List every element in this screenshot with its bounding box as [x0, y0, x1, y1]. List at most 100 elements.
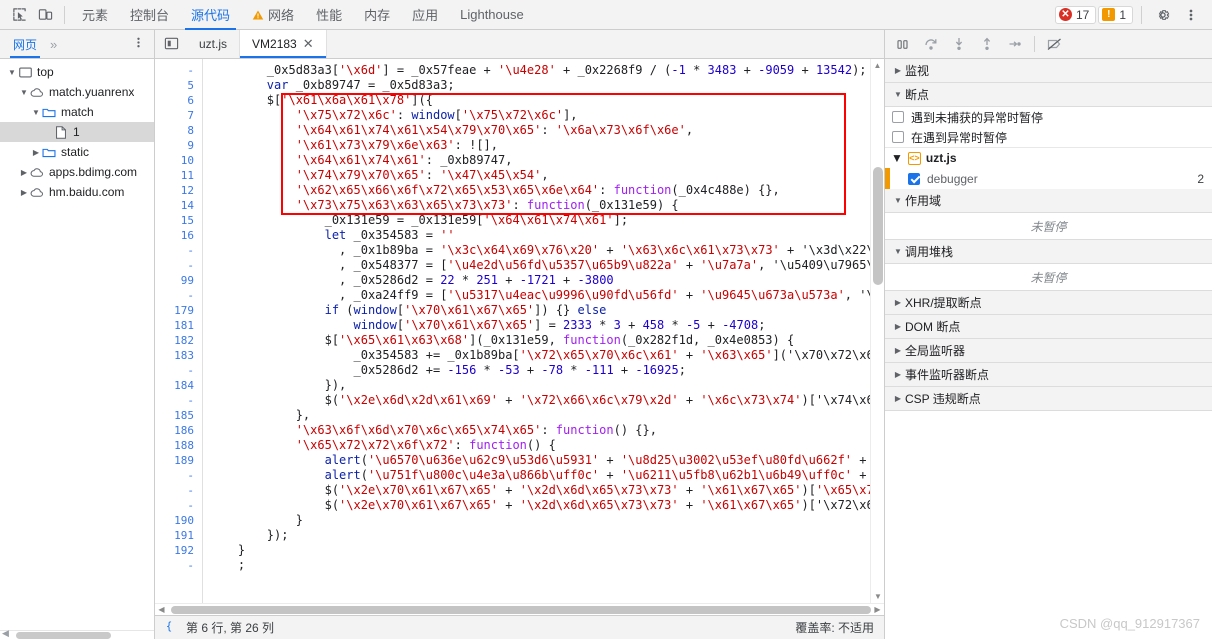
error-count-badge[interactable]: ✕ 17	[1054, 5, 1097, 24]
code-line[interactable]: $['\x61\x6a\x61\x78']({	[203, 93, 884, 108]
line-number[interactable]: 14	[155, 198, 202, 213]
line-number[interactable]: 9	[155, 138, 202, 153]
line-number[interactable]: 192	[155, 543, 202, 558]
code-line[interactable]: let _0x354583 = ''	[203, 228, 884, 243]
code-line[interactable]: , _0xa24ff9 = ['\u5317\u4eac\u9996\u90fd…	[203, 288, 884, 303]
line-number[interactable]: 8	[155, 123, 202, 138]
line-number[interactable]: 191	[155, 528, 202, 543]
pause-on-exceptions-option[interactable]: 在遇到异常时暂停	[885, 127, 1212, 147]
code-line[interactable]: '\x74\x79\x70\x65': '\x47\x45\x54',	[203, 168, 884, 183]
section-watch[interactable]: ▶ 监视	[885, 59, 1212, 83]
code-line[interactable]: '\x65\x72\x72\x6f\x72': function() {	[203, 438, 884, 453]
twisty-icon[interactable]: ▶	[18, 188, 30, 197]
device-toolbar-icon[interactable]	[32, 3, 58, 27]
line-number[interactable]: -	[155, 468, 202, 483]
twisty-icon[interactable]: ▶	[30, 148, 42, 157]
code-line[interactable]: '\x62\x65\x66\x6f\x72\x65\x53\x65\x6e\x6…	[203, 183, 884, 198]
line-number[interactable]: 188	[155, 438, 202, 453]
line-number[interactable]: -	[155, 498, 202, 513]
code-line[interactable]: '\x64\x61\x74\x61\x54\x79\x70\x65': '\x6…	[203, 123, 884, 138]
vertical-scrollbar-thumb[interactable]	[873, 167, 883, 285]
code-line[interactable]: if (window['\x70\x61\x67\x65']) {} else	[203, 303, 884, 318]
code-line[interactable]: $('\x2e\x70\x61\x67\x65' + '\x2d\x6d\x65…	[203, 483, 884, 498]
warning-count-badge[interactable]: ! 1	[1098, 5, 1133, 24]
horizontal-scrollbar-thumb[interactable]	[171, 605, 871, 614]
twisty-icon[interactable]: ▼	[891, 196, 905, 205]
pause-on-uncaught-exceptions-option[interactable]: 遇到未捕获的异常时暂停	[885, 107, 1212, 127]
code-line[interactable]: }),	[203, 378, 884, 393]
line-number[interactable]: -	[155, 63, 202, 78]
line-number[interactable]: -	[155, 558, 202, 573]
tree-item-static[interactable]: ▶ static	[0, 142, 154, 162]
checkbox[interactable]	[892, 131, 904, 143]
twisty-icon[interactable]: ▼	[891, 151, 903, 165]
code-line[interactable]: alert('\u751f\u800c\u4e3a\u866b\uff0c' +…	[203, 468, 884, 483]
tab-network[interactable]: 网络	[241, 0, 305, 30]
editor-tab-uzt-js[interactable]: uzt.js	[187, 30, 241, 58]
breakpoint-group-uzt-js[interactable]: ▼ <> uzt.js	[885, 147, 1212, 168]
line-number[interactable]: 10	[155, 153, 202, 168]
section-scope[interactable]: ▼ 作用域	[885, 189, 1212, 213]
code-line[interactable]: });	[203, 528, 884, 543]
line-number[interactable]: 185	[155, 408, 202, 423]
editor-horizontal-scrollbar[interactable]: ◀ ▶	[155, 603, 884, 615]
code-line[interactable]: _0x131e59 = _0x131e59['\x64\x61\x74\x61'…	[203, 213, 884, 228]
code-line[interactable]: }	[203, 513, 884, 528]
line-number[interactable]: 16	[155, 228, 202, 243]
tab-performance[interactable]: 性能	[305, 0, 353, 30]
twisty-icon[interactable]: ▼	[30, 108, 42, 117]
code-line[interactable]: '\x75\x72\x6c': window['\x75\x72\x6c'],	[203, 108, 884, 123]
twisty-icon[interactable]: ▶	[891, 346, 905, 355]
line-number[interactable]: -	[155, 288, 202, 303]
line-number[interactable]: -	[155, 363, 202, 378]
step-icon[interactable]	[1001, 31, 1028, 57]
breakpoint-item-debugger[interactable]: debugger 2	[885, 168, 1212, 189]
checkbox[interactable]	[908, 172, 920, 185]
tab-elements[interactable]: 元素	[71, 0, 119, 30]
code-line[interactable]: _0x5286d2 += -156 * -53 + -78 * -111 + -…	[203, 363, 884, 378]
line-number[interactable]: 15	[155, 213, 202, 228]
inspect-element-icon[interactable]	[6, 3, 32, 27]
line-number[interactable]: 181	[155, 318, 202, 333]
code-line[interactable]: window['\x70\x61\x67\x65'] = 2333 * 3 + …	[203, 318, 884, 333]
navigator-more-tabs-button[interactable]: »	[44, 37, 63, 52]
line-number[interactable]: 6	[155, 93, 202, 108]
show-navigator-icon[interactable]	[155, 30, 187, 56]
section-xhr-breakpoints[interactable]: ▶ XHR/提取断点	[885, 291, 1212, 315]
tab-application[interactable]: 应用	[401, 0, 449, 30]
scroll-down-arrow-icon[interactable]: ▼	[871, 590, 884, 603]
twisty-icon[interactable]: ▶	[891, 322, 905, 331]
close-icon[interactable]: ✕	[303, 36, 314, 52]
line-number[interactable]: 182	[155, 333, 202, 348]
deactivate-breakpoints-icon[interactable]	[1041, 31, 1068, 57]
twisty-icon[interactable]: ▼	[6, 68, 18, 77]
section-global-listeners[interactable]: ▶ 全局监听器	[885, 339, 1212, 363]
line-number[interactable]: -	[155, 243, 202, 258]
line-number[interactable]: -	[155, 258, 202, 273]
code-line[interactable]: '\x73\x75\x63\x63\x65\x73\x73': function…	[203, 198, 884, 213]
code-line[interactable]: '\x63\x6f\x6d\x70\x6c\x65\x74\x65': func…	[203, 423, 884, 438]
code-line[interactable]: ;	[203, 558, 884, 573]
line-number[interactable]: 189	[155, 453, 202, 468]
scroll-right-arrow-icon[interactable]: ▶	[871, 605, 884, 614]
scroll-up-arrow-icon[interactable]: ▲	[871, 59, 884, 72]
code-line[interactable]: _0x354583 += _0x1b89ba['\x72\x65\x70\x6c…	[203, 348, 884, 363]
code-line[interactable]: $('\x2e\x70\x61\x67\x65' + '\x2d\x6d\x65…	[203, 498, 884, 513]
code-line[interactable]: _0x5d83a3['\x6d'] = _0x57feae + '\u4e28'…	[203, 63, 884, 78]
tab-sources[interactable]: 源代码	[180, 0, 241, 30]
tree-item-hm-baidu[interactable]: ▶ hm.baidu.com	[0, 182, 154, 202]
twisty-icon[interactable]: ▶	[891, 66, 905, 75]
code-line[interactable]: $['\x65\x61\x63\x68'](_0x131e59, functio…	[203, 333, 884, 348]
code-line[interactable]: '\x61\x73\x79\x6e\x63': ![],	[203, 138, 884, 153]
code-line[interactable]: $('\x2e\x6d\x2d\x61\x69' + '\x72\x66\x6c…	[203, 393, 884, 408]
line-number[interactable]: 5	[155, 78, 202, 93]
scroll-left-arrow-icon[interactable]: ◀	[2, 628, 9, 639]
twisty-icon[interactable]: ▶	[891, 394, 905, 403]
checkbox[interactable]	[892, 111, 904, 123]
line-number[interactable]: -	[155, 393, 202, 408]
line-number[interactable]: 12	[155, 183, 202, 198]
line-number[interactable]: 183	[155, 348, 202, 363]
line-number[interactable]: 179	[155, 303, 202, 318]
code-content[interactable]: _0x5d83a3['\x6d'] = _0x57feae + '\u4e28'…	[203, 59, 884, 603]
tab-console[interactable]: 控制台	[119, 0, 180, 30]
